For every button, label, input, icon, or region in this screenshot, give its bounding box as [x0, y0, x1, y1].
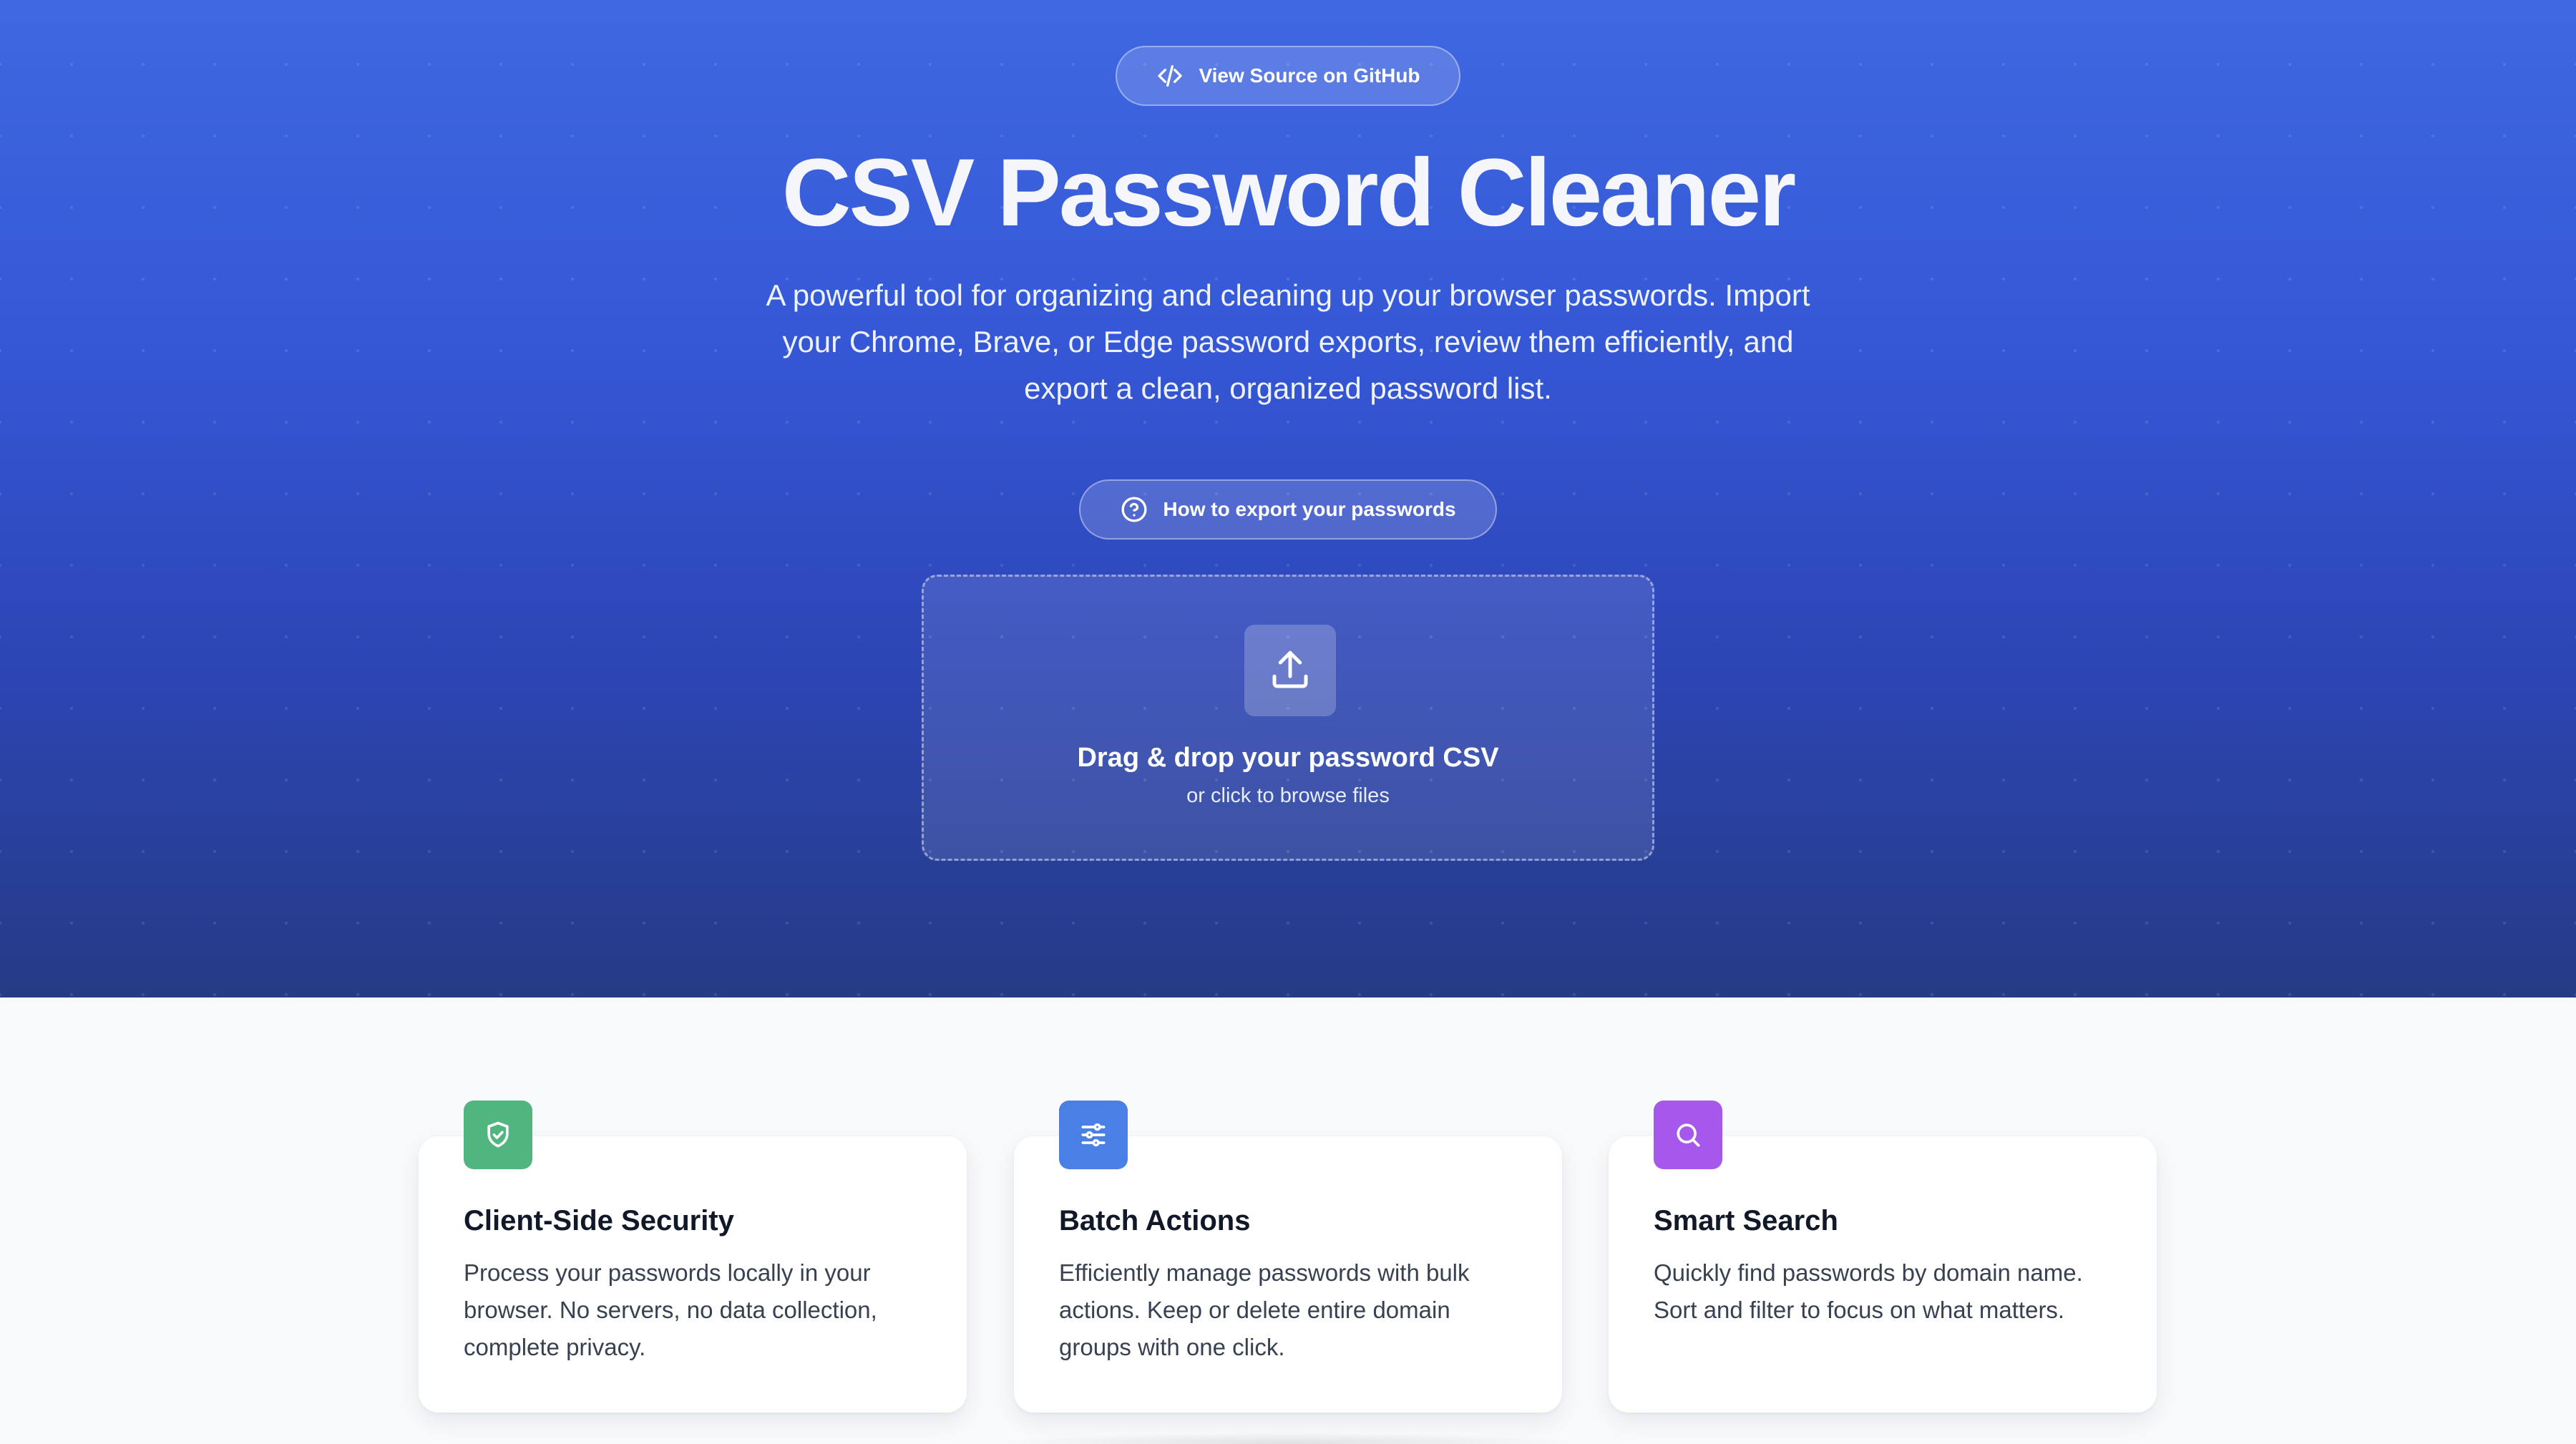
- upload-icon-box: [1244, 625, 1336, 716]
- page-title: CSV Password Cleaner: [781, 140, 1797, 246]
- bottom-section-shadow: [987, 1433, 1589, 1444]
- feature-icon-badge: [1059, 1101, 1128, 1169]
- help-circle-icon: [1121, 497, 1147, 522]
- upload-icon: [1272, 650, 1308, 688]
- dropzone-subtitle: or click to browse files: [1186, 784, 1390, 807]
- feature-title: Batch Actions: [1059, 1205, 1251, 1236]
- csv-dropzone[interactable]: Drag & drop your password CSV or click t…: [922, 575, 1654, 861]
- help-button-label: How to export your passwords: [1163, 498, 1456, 520]
- feature-description: Process your passwords locally in your b…: [464, 1259, 877, 1360]
- dropzone-title: Drag & drop your password CSV: [1077, 743, 1499, 773]
- feature-card-search: Smart Search Quickly find passwords by d…: [1609, 1136, 2157, 1413]
- export-help-button[interactable]: How to export your passwords: [1079, 479, 1497, 540]
- sliders-icon: [1081, 1123, 1106, 1147]
- github-button-label: View Source on GitHub: [1199, 64, 1420, 87]
- hero-section: View Source on GitHub CSV Password Clean…: [0, 0, 2576, 997]
- feature-description: Efficiently manage passwords with bulk a…: [1059, 1259, 1470, 1360]
- feature-title: Smart Search: [1654, 1205, 1838, 1236]
- github-source-button[interactable]: View Source on GitHub: [1116, 46, 1460, 106]
- code-icon: [1158, 65, 1183, 87]
- hero-description: A powerful tool for organizing and clean…: [766, 278, 1810, 405]
- feature-icon-badge: [464, 1101, 532, 1169]
- shield-check-icon: [487, 1121, 509, 1148]
- feature-card-batch: Batch Actions Efficiently manage passwor…: [1014, 1136, 1562, 1413]
- feature-icon-badge: [1654, 1101, 1722, 1169]
- feature-title: Client-Side Security: [464, 1205, 734, 1236]
- search-icon: [1677, 1123, 1700, 1147]
- feature-description: Quickly find passwords by domain name. S…: [1654, 1259, 2083, 1323]
- feature-card-security: Client-Side Security Process your passwo…: [419, 1136, 967, 1413]
